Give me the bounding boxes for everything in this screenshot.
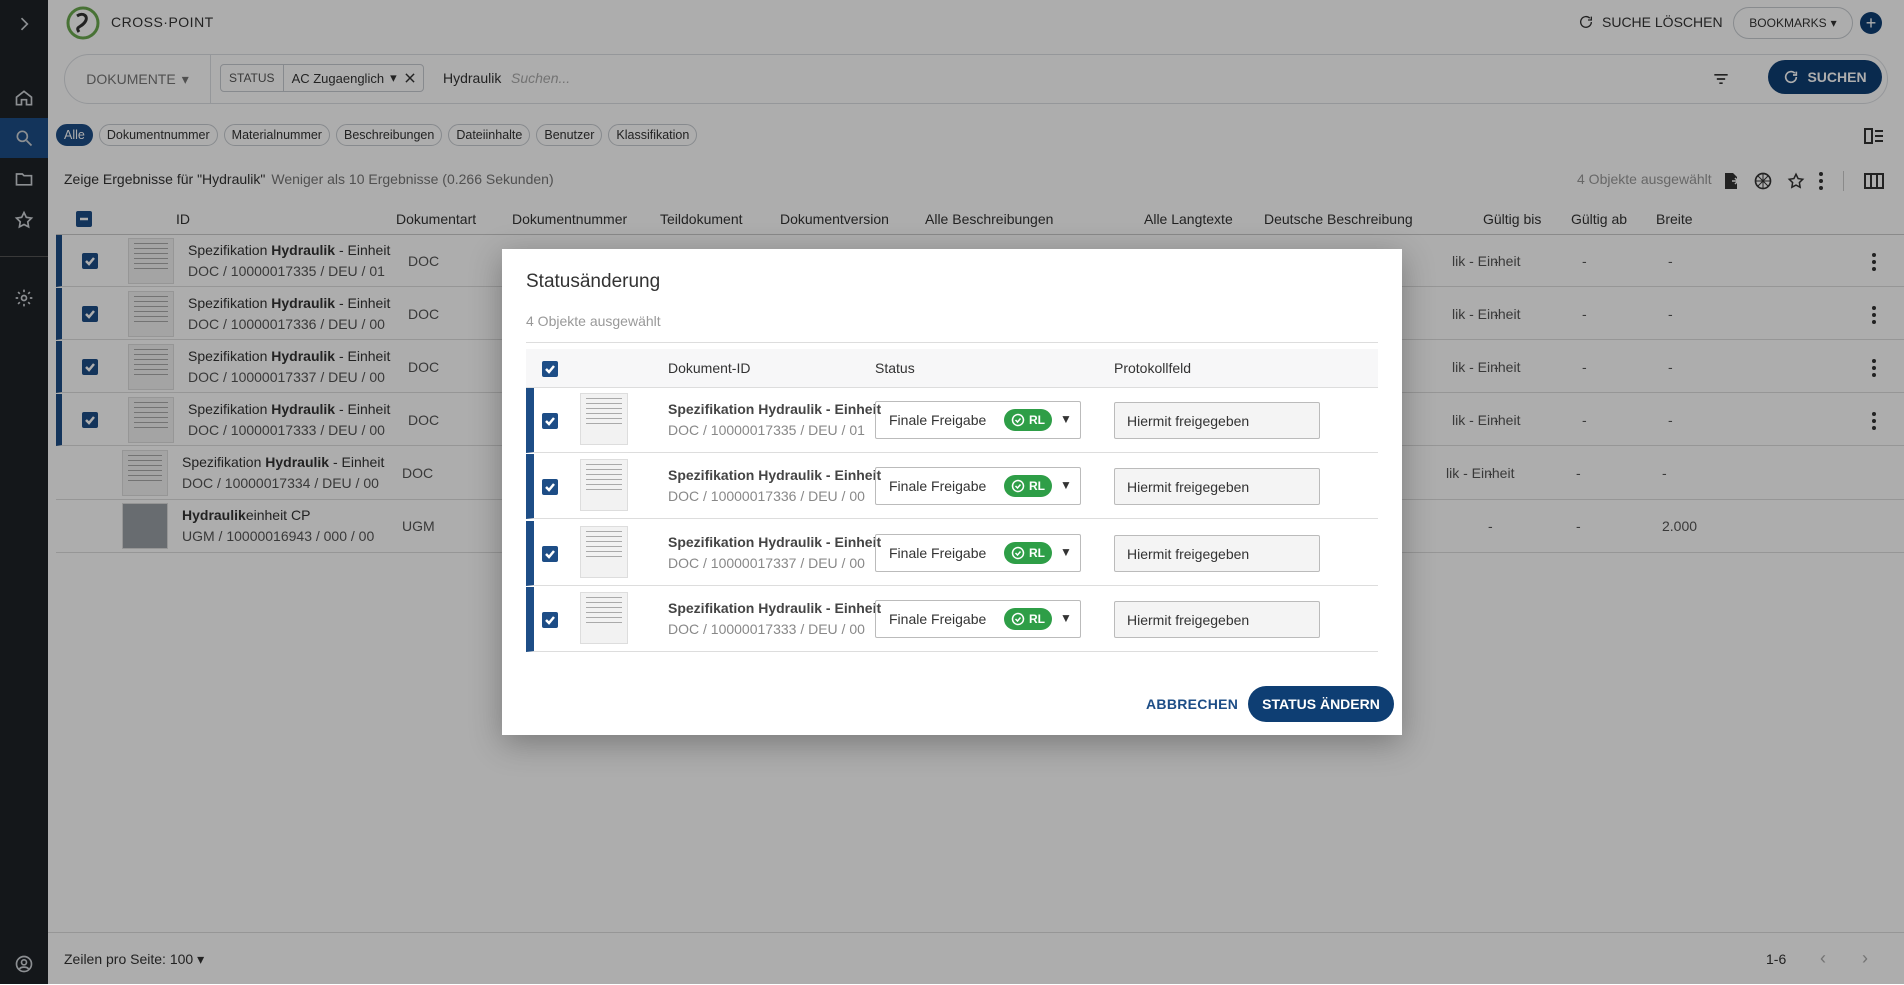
dialog-row-title: Spezifikation Hydraulik - Einheit [668, 467, 882, 483]
dialog-subtitle: 4 Objekte ausgewählt [526, 313, 661, 329]
status-dropdown[interactable]: Finale Freigabe RL ▼ [875, 600, 1081, 638]
protocol-field[interactable]: Hiermit freigegeben [1114, 601, 1320, 638]
dialog-row: Spezifikation Hydraulik - Einheit DOC / … [526, 388, 1378, 453]
dialog-row-checkbox[interactable] [542, 413, 558, 429]
caret-down-icon: ▼ [1060, 478, 1072, 492]
dialog-col-protocol: Protokollfeld [1114, 360, 1192, 376]
check-circle-icon [1011, 546, 1025, 560]
dialog-table-header: Dokument-ID Status Protokollfeld [526, 349, 1378, 388]
status-value: Finale Freigabe [889, 412, 987, 428]
dialog-col-status: Status [875, 360, 915, 376]
caret-down-icon: ▼ [1060, 412, 1072, 426]
dialog-row-id: DOC / 10000017337 / DEU / 00 [668, 555, 865, 571]
caret-down-icon: ▼ [1060, 611, 1072, 625]
check-circle-icon [1011, 479, 1025, 493]
status-dropdown[interactable]: Finale Freigabe RL ▼ [875, 467, 1081, 505]
status-dropdown[interactable]: Finale Freigabe RL ▼ [875, 534, 1081, 572]
protocol-field[interactable]: Hiermit freigegeben [1114, 402, 1320, 439]
release-badge: RL [1004, 542, 1052, 564]
document-thumbnail [580, 592, 628, 644]
document-thumbnail [580, 459, 628, 511]
dialog-row-title: Spezifikation Hydraulik - Einheit [668, 600, 882, 616]
release-badge: RL [1004, 409, 1052, 431]
dialog-select-all-checkbox[interactable] [542, 361, 558, 377]
release-badge: RL [1004, 475, 1052, 497]
protocol-field[interactable]: Hiermit freigegeben [1114, 535, 1320, 572]
status-value: Finale Freigabe [889, 545, 987, 561]
caret-down-icon: ▼ [1060, 545, 1072, 559]
status-dropdown[interactable]: Finale Freigabe RL ▼ [875, 401, 1081, 439]
dialog-row-checkbox[interactable] [542, 479, 558, 495]
dialog-row-title: Spezifikation Hydraulik - Einheit [668, 534, 882, 550]
dialog-row-title: Spezifikation Hydraulik - Einheit [668, 401, 882, 417]
dialog-row-id: DOC / 10000017335 / DEU / 01 [668, 422, 865, 438]
dialog-divider [526, 342, 1378, 343]
document-thumbnail [580, 393, 628, 445]
dialog-row: Spezifikation Hydraulik - Einheit DOC / … [526, 521, 1378, 586]
check-circle-icon [1011, 612, 1025, 626]
change-status-button[interactable]: STATUS ÄNDERN [1248, 686, 1394, 722]
release-badge: RL [1004, 608, 1052, 630]
dialog-row: Spezifikation Hydraulik - Einheit DOC / … [526, 587, 1378, 652]
status-value: Finale Freigabe [889, 611, 987, 627]
document-thumbnail [580, 526, 628, 578]
dialog-row-id: DOC / 10000017336 / DEU / 00 [668, 488, 865, 504]
dialog-row-checkbox[interactable] [542, 612, 558, 628]
dialog-row-checkbox[interactable] [542, 546, 558, 562]
dialog-row: Spezifikation Hydraulik - Einheit DOC / … [526, 454, 1378, 519]
check-circle-icon [1011, 413, 1025, 427]
cancel-button[interactable]: ABBRECHEN [1146, 696, 1238, 712]
dialog-row-id: DOC / 10000017333 / DEU / 00 [668, 621, 865, 637]
protocol-field[interactable]: Hiermit freigegeben [1114, 468, 1320, 505]
status-change-dialog: Statusänderung 4 Objekte ausgewählt Doku… [502, 249, 1402, 735]
dialog-col-document-id: Dokument-ID [668, 360, 751, 376]
dialog-title: Statusänderung [526, 271, 661, 292]
status-value: Finale Freigabe [889, 478, 987, 494]
